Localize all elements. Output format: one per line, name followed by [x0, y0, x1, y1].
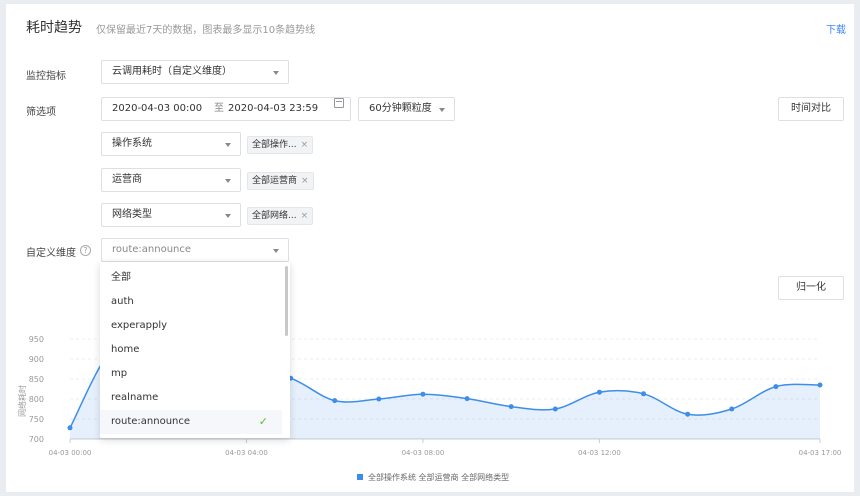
- dropdown-item-realname[interactable]: realname: [100, 386, 282, 410]
- data-point: [67, 425, 73, 431]
- dropdown-item-route-announce[interactable]: route:announce ✓: [100, 410, 282, 434]
- y-tick-label: 850: [29, 375, 44, 384]
- dropdown-item-label: realname: [111, 392, 159, 403]
- dropdown-item-label: home: [111, 344, 140, 355]
- data-point: [420, 391, 426, 397]
- y-tick-label: 700: [29, 435, 44, 444]
- dropdown-item-mp[interactable]: mp: [100, 362, 282, 386]
- data-point: [376, 396, 382, 402]
- x-tick-label: 04-03 08:00: [402, 449, 445, 457]
- data-point: [685, 411, 691, 417]
- dropdown-item-auth[interactable]: auth: [100, 290, 282, 314]
- dropdown-item-label: experapply: [111, 320, 168, 331]
- data-point: [508, 404, 514, 410]
- trend-card: 耗时趋势 仅保留最近7天的数据，图表最多显示10条趋势线 下载 监控指标 云调用…: [6, 4, 854, 492]
- dropdown-item-experapply[interactable]: experapply: [100, 314, 282, 338]
- data-point: [729, 406, 735, 412]
- data-point: [464, 396, 470, 402]
- check-icon: ✓: [258, 415, 268, 428]
- y-tick-label: 900: [29, 355, 44, 364]
- y-axis-label: 网络耗时: [17, 385, 27, 417]
- data-point: [332, 398, 338, 404]
- x-tick-label: 04-03 04:00: [225, 449, 268, 457]
- y-tick-label: 800: [29, 395, 44, 404]
- data-point: [596, 389, 602, 395]
- x-tick-label: 04-03 17:00: [799, 449, 842, 457]
- custom-dimension-dropdown: 全部 auth experapply home mp realname rout…: [100, 262, 290, 438]
- y-tick-label: 750: [29, 415, 44, 424]
- data-point: [773, 384, 779, 390]
- dropdown-scrollbar[interactable]: [285, 266, 288, 336]
- dropdown-item-label: route:announce: [111, 416, 191, 427]
- dropdown-item-home[interactable]: home: [100, 338, 282, 362]
- dropdown-item-all[interactable]: 全部: [100, 266, 282, 290]
- dropdown-item-label: mp: [111, 368, 128, 379]
- x-tick-label: 04-03 12:00: [578, 449, 621, 457]
- data-point: [552, 406, 558, 412]
- dropdown-item-label: auth: [111, 296, 134, 307]
- data-point: [817, 382, 823, 388]
- data-point: [641, 391, 647, 397]
- legend-label: 全部操作系统 全部运营商 全部网络类型: [368, 472, 509, 482]
- legend-swatch: [357, 474, 363, 480]
- x-tick-label: 04-03 00:00: [49, 449, 92, 457]
- y-tick-label: 950: [29, 335, 44, 344]
- dropdown-item-label: 全部: [111, 272, 131, 283]
